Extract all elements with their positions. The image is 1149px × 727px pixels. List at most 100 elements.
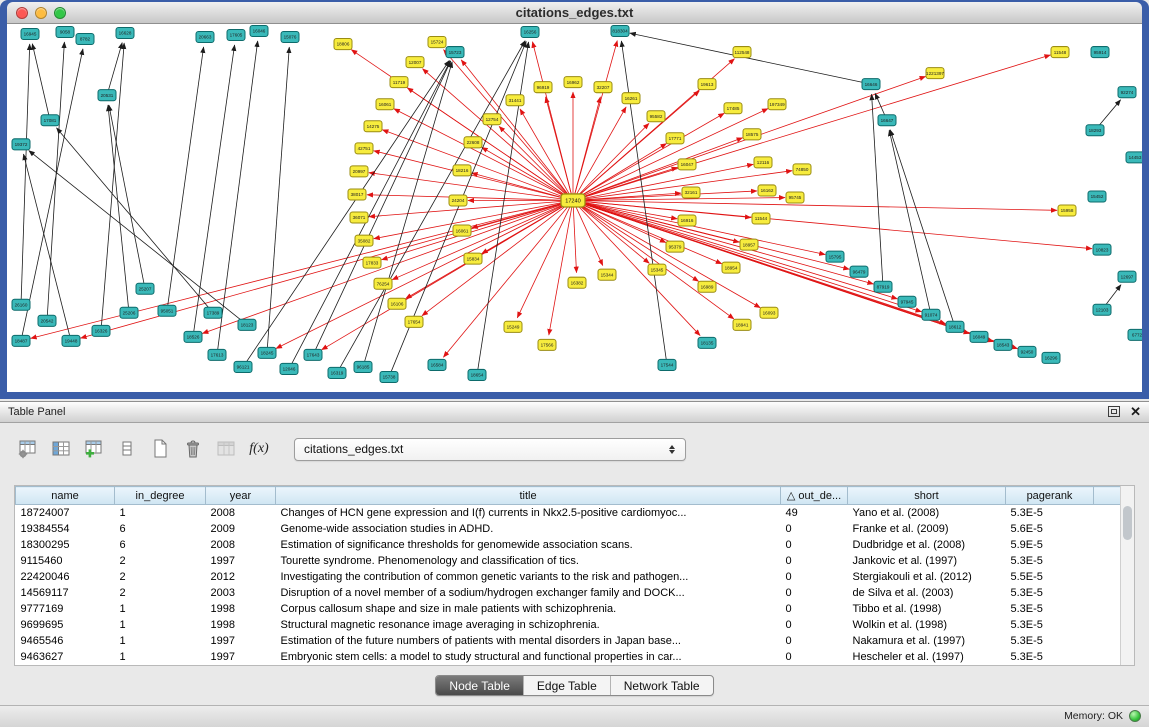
graph-node[interactable]: 16326 — [92, 325, 110, 336]
graph-node[interactable]: 1221397 — [926, 68, 944, 79]
graph-node[interactable]: 15452 — [1088, 191, 1106, 202]
graph-node[interactable]: 16628 — [116, 28, 134, 39]
graph-node[interactable]: 16989 — [698, 281, 716, 292]
graph-node[interactable]: 92450 — [1018, 346, 1036, 357]
graph-node[interactable]: 16061 — [453, 225, 471, 236]
graph-node[interactable]: 38017 — [348, 189, 366, 200]
graph-node[interactable]: 18216 — [453, 165, 471, 176]
graph-node[interactable]: 15795 — [826, 251, 844, 262]
graph-node[interactable]: 8782 — [76, 34, 94, 45]
window-titlebar[interactable]: citations_edges.txt — [7, 2, 1142, 24]
graph-node[interactable]: 6772 — [1128, 329, 1142, 340]
tab-edge-table[interactable]: Edge Table — [523, 676, 610, 695]
graph-node[interactable]: 95914 — [1091, 47, 1109, 58]
network-viewport[interactable]: 1694590588782166282066317605160461507615… — [7, 24, 1142, 392]
graph-node[interactable]: 11719 — [390, 77, 408, 88]
graph-node[interactable]: 16256 — [521, 27, 539, 38]
graph-node[interactable]: 19372 — [12, 139, 30, 150]
graph-node[interactable]: 97945 — [898, 296, 916, 307]
graph-node[interactable]: 16047 — [678, 159, 696, 170]
float-panel-icon[interactable] — [1108, 406, 1120, 417]
column-header[interactable]: name — [16, 487, 115, 505]
graph-node[interactable]: 26160 — [12, 299, 30, 310]
graph-node[interactable]: 16647 — [878, 115, 896, 126]
graph-node[interactable]: 95745 — [786, 192, 804, 203]
table-row[interactable]: 969969511998Structural magnetic resonanc… — [16, 617, 1121, 633]
graph-node[interactable]: 74850 — [793, 164, 811, 175]
graph-node[interactable]: 15958 — [1058, 205, 1076, 216]
graph-node[interactable]: 15723 — [446, 47, 464, 58]
graph-node[interactable]: 17613 — [208, 349, 226, 360]
graph-node[interactable]: 18941 — [733, 319, 751, 330]
graph-node[interactable]: 92274 — [1118, 87, 1136, 98]
graph-node[interactable]: 16319 — [328, 367, 346, 378]
graph-node[interactable]: 16061 — [376, 99, 394, 110]
graph-node[interactable]: 95582 — [647, 111, 665, 122]
row-height-icon[interactable] — [113, 436, 141, 462]
table-selector-dropdown[interactable]: citations_edges.txt — [294, 438, 686, 461]
graph-node[interactable]: 18293 — [1086, 125, 1104, 136]
graph-node[interactable]: 20663 — [196, 32, 214, 43]
graph-node[interactable]: 15249 — [504, 321, 522, 332]
graph-node[interactable]: 31441 — [506, 95, 524, 106]
graph-node[interactable]: 18806 — [334, 39, 352, 50]
graph-node[interactable]: 15834 — [464, 253, 482, 264]
zoom-window-button[interactable] — [54, 7, 66, 19]
graph-node[interactable]: 818304 — [611, 26, 629, 37]
graph-node[interactable]: 15076 — [281, 32, 299, 43]
scrollbar-thumb[interactable] — [1123, 506, 1132, 540]
graph-node[interactable]: 12046 — [280, 363, 298, 374]
table-row[interactable]: 2242004622012Investigating the contribut… — [16, 569, 1121, 585]
graph-node[interactable]: 17389 — [204, 307, 222, 318]
graph-node[interactable]: 16916 — [678, 215, 696, 226]
graph-node[interactable]: 87919 — [874, 281, 892, 292]
graph-node[interactable]: 14275 — [364, 121, 382, 132]
graph-hub-node[interactable]: 17240 — [561, 194, 585, 207]
graph-node[interactable]: 16584 — [428, 359, 446, 370]
graph-node[interactable]: 96185 — [354, 361, 372, 372]
graph-node[interactable]: 16106 — [388, 298, 406, 309]
new-column-icon[interactable] — [80, 436, 108, 462]
table-row[interactable]: 1938455462009Genome-wide association stu… — [16, 521, 1121, 537]
graph-node[interactable]: 18487 — [12, 335, 30, 346]
graph-node[interactable]: 16296 — [1042, 352, 1060, 363]
graph-node[interactable]: 12007 — [406, 57, 424, 68]
column-settings-icon[interactable] — [14, 436, 42, 462]
graph-node[interactable]: 19613 — [698, 79, 716, 90]
graph-node[interactable]: 18957 — [740, 239, 758, 250]
delete-table-icon[interactable] — [179, 436, 207, 462]
graph-node[interactable]: 25206 — [120, 307, 138, 318]
graph-node[interactable]: 18654 — [468, 369, 486, 380]
graph-node[interactable]: 197349 — [768, 99, 786, 110]
table-row[interactable]: 1456911722003Disruption of a novel membe… — [16, 585, 1121, 601]
graph-node[interactable]: 12116 — [754, 157, 772, 168]
graph-node[interactable]: 95051 — [158, 305, 176, 316]
graph-node[interactable]: 17654 — [405, 316, 423, 327]
table-row[interactable]: 1830029562008Estimation of significance … — [16, 537, 1121, 553]
graph-node[interactable]: 12103 — [1093, 304, 1111, 315]
new-file-icon[interactable] — [146, 436, 174, 462]
graph-node[interactable]: 35082 — [355, 235, 373, 246]
graph-node[interactable]: 11544 — [752, 213, 770, 224]
tab-network-table[interactable]: Network Table — [610, 676, 713, 695]
graph-node[interactable]: 18245 — [258, 347, 276, 358]
graph-node[interactable]: 16049 — [970, 331, 988, 342]
graph-node[interactable]: 15724 — [428, 37, 446, 48]
graph-node[interactable]: 18543 — [994, 339, 1012, 350]
graph-node[interactable]: 18575 — [743, 129, 761, 140]
graph-node[interactable]: 16093 — [760, 307, 778, 318]
graph-node[interactable]: 15344 — [598, 269, 616, 280]
graph-node[interactable]: 17833 — [363, 257, 381, 268]
graph-node[interactable]: 16382 — [568, 277, 586, 288]
graph-node[interactable]: 24204 — [449, 195, 467, 206]
graph-node[interactable]: 12697 — [1118, 271, 1136, 282]
graph-node[interactable]: 18954 — [722, 262, 740, 273]
close-window-button[interactable] — [16, 7, 28, 19]
graph-node[interactable]: 36071 — [350, 212, 368, 223]
graph-node[interactable]: 18123 — [238, 319, 256, 330]
graph-node[interactable]: 16962 — [564, 77, 582, 88]
column-header[interactable]: title — [276, 487, 781, 505]
graph-node[interactable]: 96919 — [534, 82, 552, 93]
graph-node[interactable]: 16046 — [250, 26, 268, 37]
graph-node[interactable]: 11548 — [1051, 47, 1069, 58]
